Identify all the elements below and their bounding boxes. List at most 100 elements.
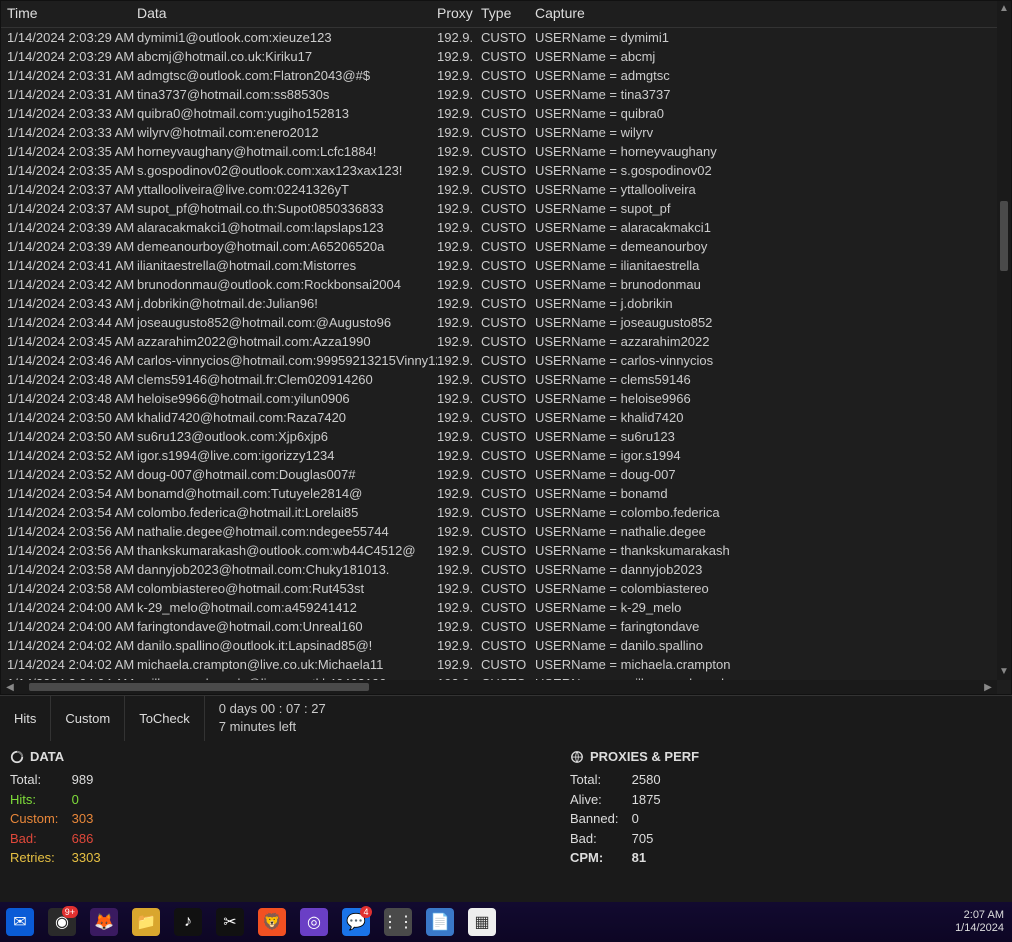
cell-data: michaela.crampton@live.co.uk:Michaela11 xyxy=(137,655,437,674)
cell-type: CUSTO xyxy=(481,370,535,389)
table-row[interactable]: 1/14/2024 2:03:37 AMsupot_pf@hotmail.co.… xyxy=(1,199,1011,218)
grid-icon[interactable]: ▦ xyxy=(468,908,496,936)
cell-capture: USERName = joseaugusto852 xyxy=(535,313,1005,332)
horizontal-scrollbar[interactable]: ◀ ▶ xyxy=(1,680,997,694)
table-row[interactable]: 1/14/2024 2:04:02 AMmichaela.crampton@li… xyxy=(1,655,1011,674)
tab-tocheck[interactable]: ToCheck xyxy=(125,696,205,741)
table-row[interactable]: 1/14/2024 2:03:39 AMdemeanourboy@hotmail… xyxy=(1,237,1011,256)
table-row[interactable]: 1/14/2024 2:03:33 AMquibra0@hotmail.com:… xyxy=(1,104,1011,123)
table-row[interactable]: 1/14/2024 2:03:31 AMadmgtsc@outlook.com:… xyxy=(1,66,1011,85)
cell-type: CUSTO xyxy=(481,503,535,522)
cell-proxy: 192.9. xyxy=(437,655,481,674)
cell-time: 1/14/2024 2:03:42 AM xyxy=(7,275,137,294)
chrome-icon[interactable]: ◉9+ xyxy=(48,908,76,936)
table-row[interactable]: 1/14/2024 2:03:29 AMabcmj@hotmail.co.uk:… xyxy=(1,47,1011,66)
vscroll-thumb[interactable] xyxy=(1000,201,1008,271)
table-row[interactable]: 1/14/2024 2:03:52 AMdoug-007@hotmail.com… xyxy=(1,465,1011,484)
table-row[interactable]: 1/14/2024 2:03:50 AMkhalid7420@hotmail.c… xyxy=(1,408,1011,427)
data-total-value: 989 xyxy=(72,772,94,787)
proxies-panel-title: PROXIES & PERF xyxy=(590,749,699,764)
firefox-icon[interactable]: 🦊 xyxy=(90,908,118,936)
table-row[interactable]: 1/14/2024 2:03:54 AMbonamd@hotmail.com:T… xyxy=(1,484,1011,503)
windows-taskbar[interactable]: ✉ ◉9+ 🦊 📁 ♪ ✂ 🦁 ◎ 💬4 ⋮⋮ 📄 ▦ 2:07 AM 1/14/2024 xyxy=(0,902,1012,942)
table-row[interactable]: 1/14/2024 2:04:00 AMk-29_melo@hotmail.co… xyxy=(1,598,1011,617)
table-row[interactable]: 1/14/2024 2:03:43 AMj.dobrikin@hotmail.d… xyxy=(1,294,1011,313)
proxy-alive-label: Alive: xyxy=(570,790,628,810)
cell-proxy: 192.9. xyxy=(437,408,481,427)
table-row[interactable]: 1/14/2024 2:03:46 AMcarlos-vinnycios@hot… xyxy=(1,351,1011,370)
cell-capture: USERName = quibra0 xyxy=(535,104,1005,123)
scroll-left-icon[interactable]: ◀ xyxy=(3,680,17,694)
table-body[interactable]: 1/14/2024 2:03:29 AMdymimi1@outlook.com:… xyxy=(1,28,1011,683)
cell-capture: USERName = alaracakmakci1 xyxy=(535,218,1005,237)
tab-hits[interactable]: Hits xyxy=(0,696,51,741)
table-row[interactable]: 1/14/2024 2:03:29 AMdymimi1@outlook.com:… xyxy=(1,28,1011,47)
taskbar-clock[interactable]: 2:07 AM 1/14/2024 xyxy=(955,902,1004,942)
cell-capture: USERName = horneyvaughany xyxy=(535,142,1005,161)
table-row[interactable]: 1/14/2024 2:03:31 AMtina3737@hotmail.com… xyxy=(1,85,1011,104)
table-row[interactable]: 1/14/2024 2:03:58 AMdannyjob2023@hotmail… xyxy=(1,560,1011,579)
messenger-icon[interactable]: 💬4 xyxy=(342,908,370,936)
table-row[interactable]: 1/14/2024 2:03:33 AMwilyrv@hotmail.com:e… xyxy=(1,123,1011,142)
table-row[interactable]: 1/14/2024 2:03:42 AMbrunodonmau@outlook.… xyxy=(1,275,1011,294)
cell-data: horneyvaughany@hotmail.com:Lcfc1884! xyxy=(137,142,437,161)
cell-proxy: 192.9. xyxy=(437,636,481,655)
cell-capture: USERName = dannyjob2023 xyxy=(535,560,1005,579)
hscroll-thumb[interactable] xyxy=(29,683,369,691)
proxy-bad-label: Bad: xyxy=(570,829,628,849)
scroll-up-icon[interactable]: ▲ xyxy=(997,1,1011,15)
data-retries-label: Retries: xyxy=(10,848,68,868)
app-active-icon[interactable]: ⋮⋮ xyxy=(384,908,412,936)
table-row[interactable]: 1/14/2024 2:03:45 AMazzarahim2022@hotmai… xyxy=(1,332,1011,351)
cell-capture: USERName = bonamd xyxy=(535,484,1005,503)
mail-icon[interactable]: ✉ xyxy=(6,908,34,936)
cell-proxy: 192.9. xyxy=(437,123,481,142)
table-row[interactable]: 1/14/2024 2:04:02 AMdanilo.spallino@outl… xyxy=(1,636,1011,655)
header-type[interactable]: Type xyxy=(481,5,535,21)
table-row[interactable]: 1/14/2024 2:03:37 AMyttallooliveira@live… xyxy=(1,180,1011,199)
cell-type: CUSTO xyxy=(481,142,535,161)
cell-proxy: 192.9. xyxy=(437,47,481,66)
notification-badge: 4 xyxy=(360,906,372,918)
table-row[interactable]: 1/14/2024 2:03:52 AMigor.s1994@live.com:… xyxy=(1,446,1011,465)
cell-time: 1/14/2024 2:03:48 AM xyxy=(7,389,137,408)
table-row[interactable]: 1/14/2024 2:03:58 AMcolombiastereo@hotma… xyxy=(1,579,1011,598)
cell-time: 1/14/2024 2:03:56 AM xyxy=(7,522,137,541)
table-row[interactable]: 1/14/2024 2:03:35 AMhorneyvaughany@hotma… xyxy=(1,142,1011,161)
cell-proxy: 192.9. xyxy=(437,522,481,541)
scroll-down-icon[interactable]: ▼ xyxy=(997,664,1011,678)
cell-data: faringtondave@hotmail.com:Unreal160 xyxy=(137,617,437,636)
table-row[interactable]: 1/14/2024 2:03:35 AMs.gospodinov02@outlo… xyxy=(1,161,1011,180)
cell-type: CUSTO xyxy=(481,237,535,256)
header-proxy[interactable]: Proxy xyxy=(437,5,481,21)
cell-time: 1/14/2024 2:03:39 AM xyxy=(7,218,137,237)
cell-time: 1/14/2024 2:03:35 AM xyxy=(7,142,137,161)
cell-data: demeanourboy@hotmail.com:A65206520a xyxy=(137,237,437,256)
tiktok-icon[interactable]: ♪ xyxy=(174,908,202,936)
cell-type: CUSTO xyxy=(481,560,535,579)
table-row[interactable]: 1/14/2024 2:03:39 AMalaracakmakci1@hotma… xyxy=(1,218,1011,237)
table-row[interactable]: 1/14/2024 2:04:00 AMfaringtondave@hotmai… xyxy=(1,617,1011,636)
table-row[interactable]: 1/14/2024 2:03:56 AMthankskumarakash@out… xyxy=(1,541,1011,560)
cell-data: joseaugusto852@hotmail.com:@Augusto96 xyxy=(137,313,437,332)
table-row[interactable]: 1/14/2024 2:03:56 AMnathalie.degee@hotma… xyxy=(1,522,1011,541)
table-row[interactable]: 1/14/2024 2:03:54 AMcolombo.federica@hot… xyxy=(1,503,1011,522)
table-row[interactable]: 1/14/2024 2:03:50 AMsu6ru123@outlook.com… xyxy=(1,427,1011,446)
notes-icon[interactable]: 📄 xyxy=(426,908,454,936)
tab-custom[interactable]: Custom xyxy=(51,696,125,741)
vertical-scrollbar[interactable]: ▲ ▼ xyxy=(997,1,1011,680)
tor-icon[interactable]: ◎ xyxy=(300,908,328,936)
file-explorer-icon[interactable]: 📁 xyxy=(132,908,160,936)
brave-icon[interactable]: 🦁 xyxy=(258,908,286,936)
header-capture[interactable]: Capture xyxy=(535,5,1005,21)
table-row[interactable]: 1/14/2024 2:03:48 AMheloise9966@hotmail.… xyxy=(1,389,1011,408)
table-row[interactable]: 1/14/2024 2:03:48 AMclems59146@hotmail.f… xyxy=(1,370,1011,389)
capcut-icon[interactable]: ✂ xyxy=(216,908,244,936)
table-row[interactable]: 1/14/2024 2:03:44 AMjoseaugusto852@hotma… xyxy=(1,313,1011,332)
scroll-right-icon[interactable]: ▶ xyxy=(981,680,995,694)
header-time[interactable]: Time xyxy=(7,5,137,21)
header-data[interactable]: Data xyxy=(137,5,437,21)
cell-proxy: 192.9. xyxy=(437,161,481,180)
cell-proxy: 192.9. xyxy=(437,389,481,408)
table-row[interactable]: 1/14/2024 2:03:41 AMilianitaestrella@hot… xyxy=(1,256,1011,275)
